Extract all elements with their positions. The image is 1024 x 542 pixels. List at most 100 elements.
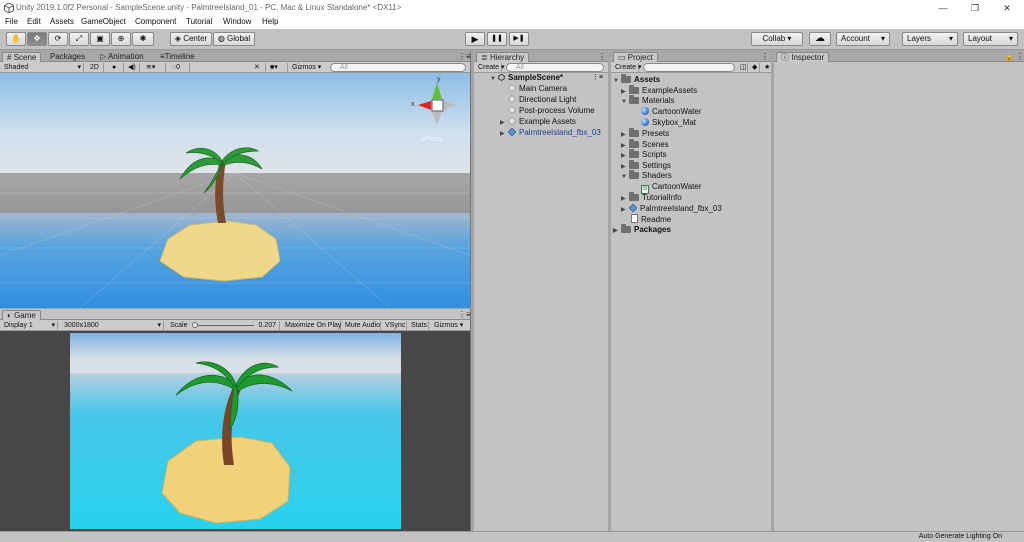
game-gizmos-dropdown[interactable]: Gizmos ▾ (432, 321, 468, 330)
pivot-global-button[interactable]: ◍ Global (213, 32, 255, 46)
expand-arrow-icon[interactable]: ▶ (621, 130, 629, 140)
layout-dropdown[interactable]: Layout ▾ (963, 32, 1018, 46)
hierarchy-item-post-process-volume[interactable]: Post-process Volume (507, 105, 595, 116)
hierarchy-item-palmtree-island[interactable]: ▶ PalmtreeIsland_fbx_03 (500, 127, 601, 139)
expand-arrow-icon[interactable]: ▶ (500, 118, 508, 128)
scale-slider[interactable]: Scale 0.207 (168, 321, 280, 330)
display-dropdown[interactable]: Display 1 ▾ (2, 321, 58, 330)
play-button[interactable]: ▶ (465, 32, 485, 46)
scene-tools-icon[interactable]: ✕ (252, 63, 266, 72)
panel-menu-icon[interactable]: ⋮≡ (454, 310, 475, 320)
effects-dropdown[interactable]: ≋▾ (144, 63, 166, 72)
tab-packages[interactable]: Packages (46, 52, 89, 62)
project-item-materials[interactable]: ▼ Materials (621, 95, 674, 107)
project-item-tutorialinfo[interactable]: ▶ TutorialInfo (621, 192, 682, 204)
panel-menu-icon[interactable]: ⋮ (757, 52, 773, 62)
collab-dropdown[interactable]: Collab ▾ (751, 32, 803, 46)
minimize-button[interactable]: — (928, 0, 958, 16)
expand-arrow-icon[interactable]: ▼ (621, 172, 629, 182)
scale-tool-button[interactable]: ⤢ (69, 32, 89, 46)
expand-arrow-icon[interactable]: ▶ (621, 151, 629, 161)
custom-tool-button[interactable]: ✱ (132, 32, 154, 46)
hidden-objects-toggle[interactable]: ◌0 (170, 63, 190, 72)
persp-label[interactable]: ≤Persp (421, 136, 443, 143)
move-tool-button[interactable]: ✥ (27, 32, 47, 46)
hierarchy-item-main-camera[interactable]: Main Camera (507, 83, 567, 94)
project-item-cartoonwater-material[interactable]: CartoonWater (641, 107, 702, 117)
mute-audio-toggle[interactable]: Mute Audio (343, 321, 381, 330)
transform-tool-button[interactable]: ⊕ (111, 32, 131, 46)
menu-file[interactable]: File (5, 17, 18, 26)
tab-inspector[interactable]: ⓘ Inspector (776, 52, 830, 62)
resolution-dropdown[interactable]: 3000x1800 ▾ (62, 321, 164, 330)
shading-mode-dropdown[interactable]: Shaded ▾ (2, 63, 84, 72)
menu-gameobject[interactable]: GameObject (81, 17, 126, 26)
menu-window[interactable]: Window (223, 17, 251, 26)
gizmos-dropdown[interactable]: Gizmos ▾ (290, 63, 321, 72)
project-item-cartoonwater-shader[interactable]: S CartoonWater (641, 182, 702, 194)
tab-hierarchy[interactable]: ≣ Hierarchy (476, 52, 530, 62)
toggle-2d-button[interactable]: 2D (88, 63, 104, 72)
search-label-icon[interactable]: ◆ (750, 63, 760, 72)
tab-animation[interactable]: ▷ Animation (96, 52, 148, 62)
project-search-input[interactable] (643, 63, 735, 72)
rect-tool-button[interactable]: ▣ (90, 32, 110, 46)
project-item-presets[interactable]: ▶ Presets (621, 128, 669, 140)
project-item-palmtree-prefab[interactable]: ▶ PalmtreeIsland_fbx_03 (621, 203, 722, 215)
close-button[interactable]: ✕ (992, 0, 1022, 16)
scale-slider-thumb[interactable] (192, 322, 198, 328)
hierarchy-item-directional-light[interactable]: Directional Light (507, 94, 576, 105)
tab-scene[interactable]: # Scene (2, 52, 42, 62)
menu-help[interactable]: Help (262, 17, 278, 26)
hand-tool-button[interactable]: ✋ (6, 32, 26, 46)
audio-toggle[interactable]: ◀) (126, 63, 140, 72)
expand-arrow-icon[interactable]: ▶ (613, 226, 621, 236)
expand-arrow-icon[interactable]: ▼ (613, 76, 621, 86)
expand-arrow-icon[interactable]: ▶ (621, 205, 629, 215)
cloud-button[interactable]: ☁ (809, 32, 831, 46)
maximize-button[interactable]: ❐ (960, 0, 990, 16)
layers-dropdown[interactable]: Layers ▾ (902, 32, 958, 46)
hierarchy-create-dropdown[interactable]: Create ▾ (476, 63, 504, 72)
game-viewport[interactable] (0, 331, 470, 531)
project-item-skybox-mat[interactable]: Skybox_Mat (641, 118, 696, 128)
menu-tutorial[interactable]: Tutorial (186, 17, 212, 26)
tab-game[interactable]: ◐ Game (2, 310, 41, 320)
tab-project[interactable]: ▭ Project (613, 52, 658, 62)
hierarchy-item-example-assets[interactable]: ▶ Example Assets (500, 116, 576, 128)
scene-menu-icon[interactable]: ⋮≡ (592, 73, 603, 81)
menu-component[interactable]: Component (135, 17, 176, 26)
pause-button[interactable]: ❚❚ (487, 32, 507, 46)
project-item-scripts[interactable]: ▶ Scripts (621, 149, 666, 161)
project-item-readme[interactable]: Readme (631, 214, 671, 224)
menu-edit[interactable]: Edit (27, 17, 41, 26)
camera-settings-dropdown[interactable]: ■▾ (268, 63, 288, 72)
project-item-shaders[interactable]: ▼ Shaders (621, 170, 672, 182)
project-item-assets[interactable]: ▼ Assets (613, 74, 660, 86)
lighting-toggle[interactable]: ● (110, 63, 124, 72)
panel-menu-icon[interactable]: ⋮≡ (454, 52, 475, 62)
stats-toggle[interactable]: Stats (409, 321, 429, 330)
step-button[interactable]: ▶❚ (509, 32, 529, 46)
account-dropdown[interactable]: Account ▾ (836, 32, 890, 46)
tab-timeline[interactable]: ≡Timeline (156, 52, 199, 62)
rotate-tool-button[interactable]: ⟳ (48, 32, 68, 46)
hierarchy-scene-row[interactable]: ▼ ⬡ SampleScene* (490, 73, 563, 83)
menu-assets[interactable]: Assets (50, 17, 74, 26)
expand-arrow-icon[interactable]: ▶ (621, 194, 629, 204)
search-type-icon[interactable]: ◫ (738, 63, 748, 72)
scene-search-input[interactable]: All (330, 63, 466, 72)
expand-arrow-icon[interactable]: ▼ (621, 97, 629, 107)
panel-menu-icon[interactable]: ⋮ (1012, 52, 1024, 62)
pivot-center-button[interactable]: ◈ Center (170, 32, 212, 46)
expand-arrow-icon[interactable]: ▼ (490, 74, 498, 84)
expand-arrow-icon[interactable]: ▶ (500, 129, 508, 139)
panel-menu-icon[interactable]: ⋮ (594, 52, 610, 62)
scene-viewport[interactable]: y x ≤Persp (0, 73, 470, 308)
hierarchy-search-input[interactable]: All (506, 63, 604, 72)
project-item-packages[interactable]: ▶ Packages (613, 224, 671, 236)
favorite-star-icon[interactable]: ★ (762, 63, 771, 72)
vsync-toggle[interactable]: VSync (383, 321, 407, 330)
project-create-dropdown[interactable]: Create ▾ (613, 63, 641, 72)
maximize-on-play-toggle[interactable]: Maximize On Play (283, 321, 341, 330)
